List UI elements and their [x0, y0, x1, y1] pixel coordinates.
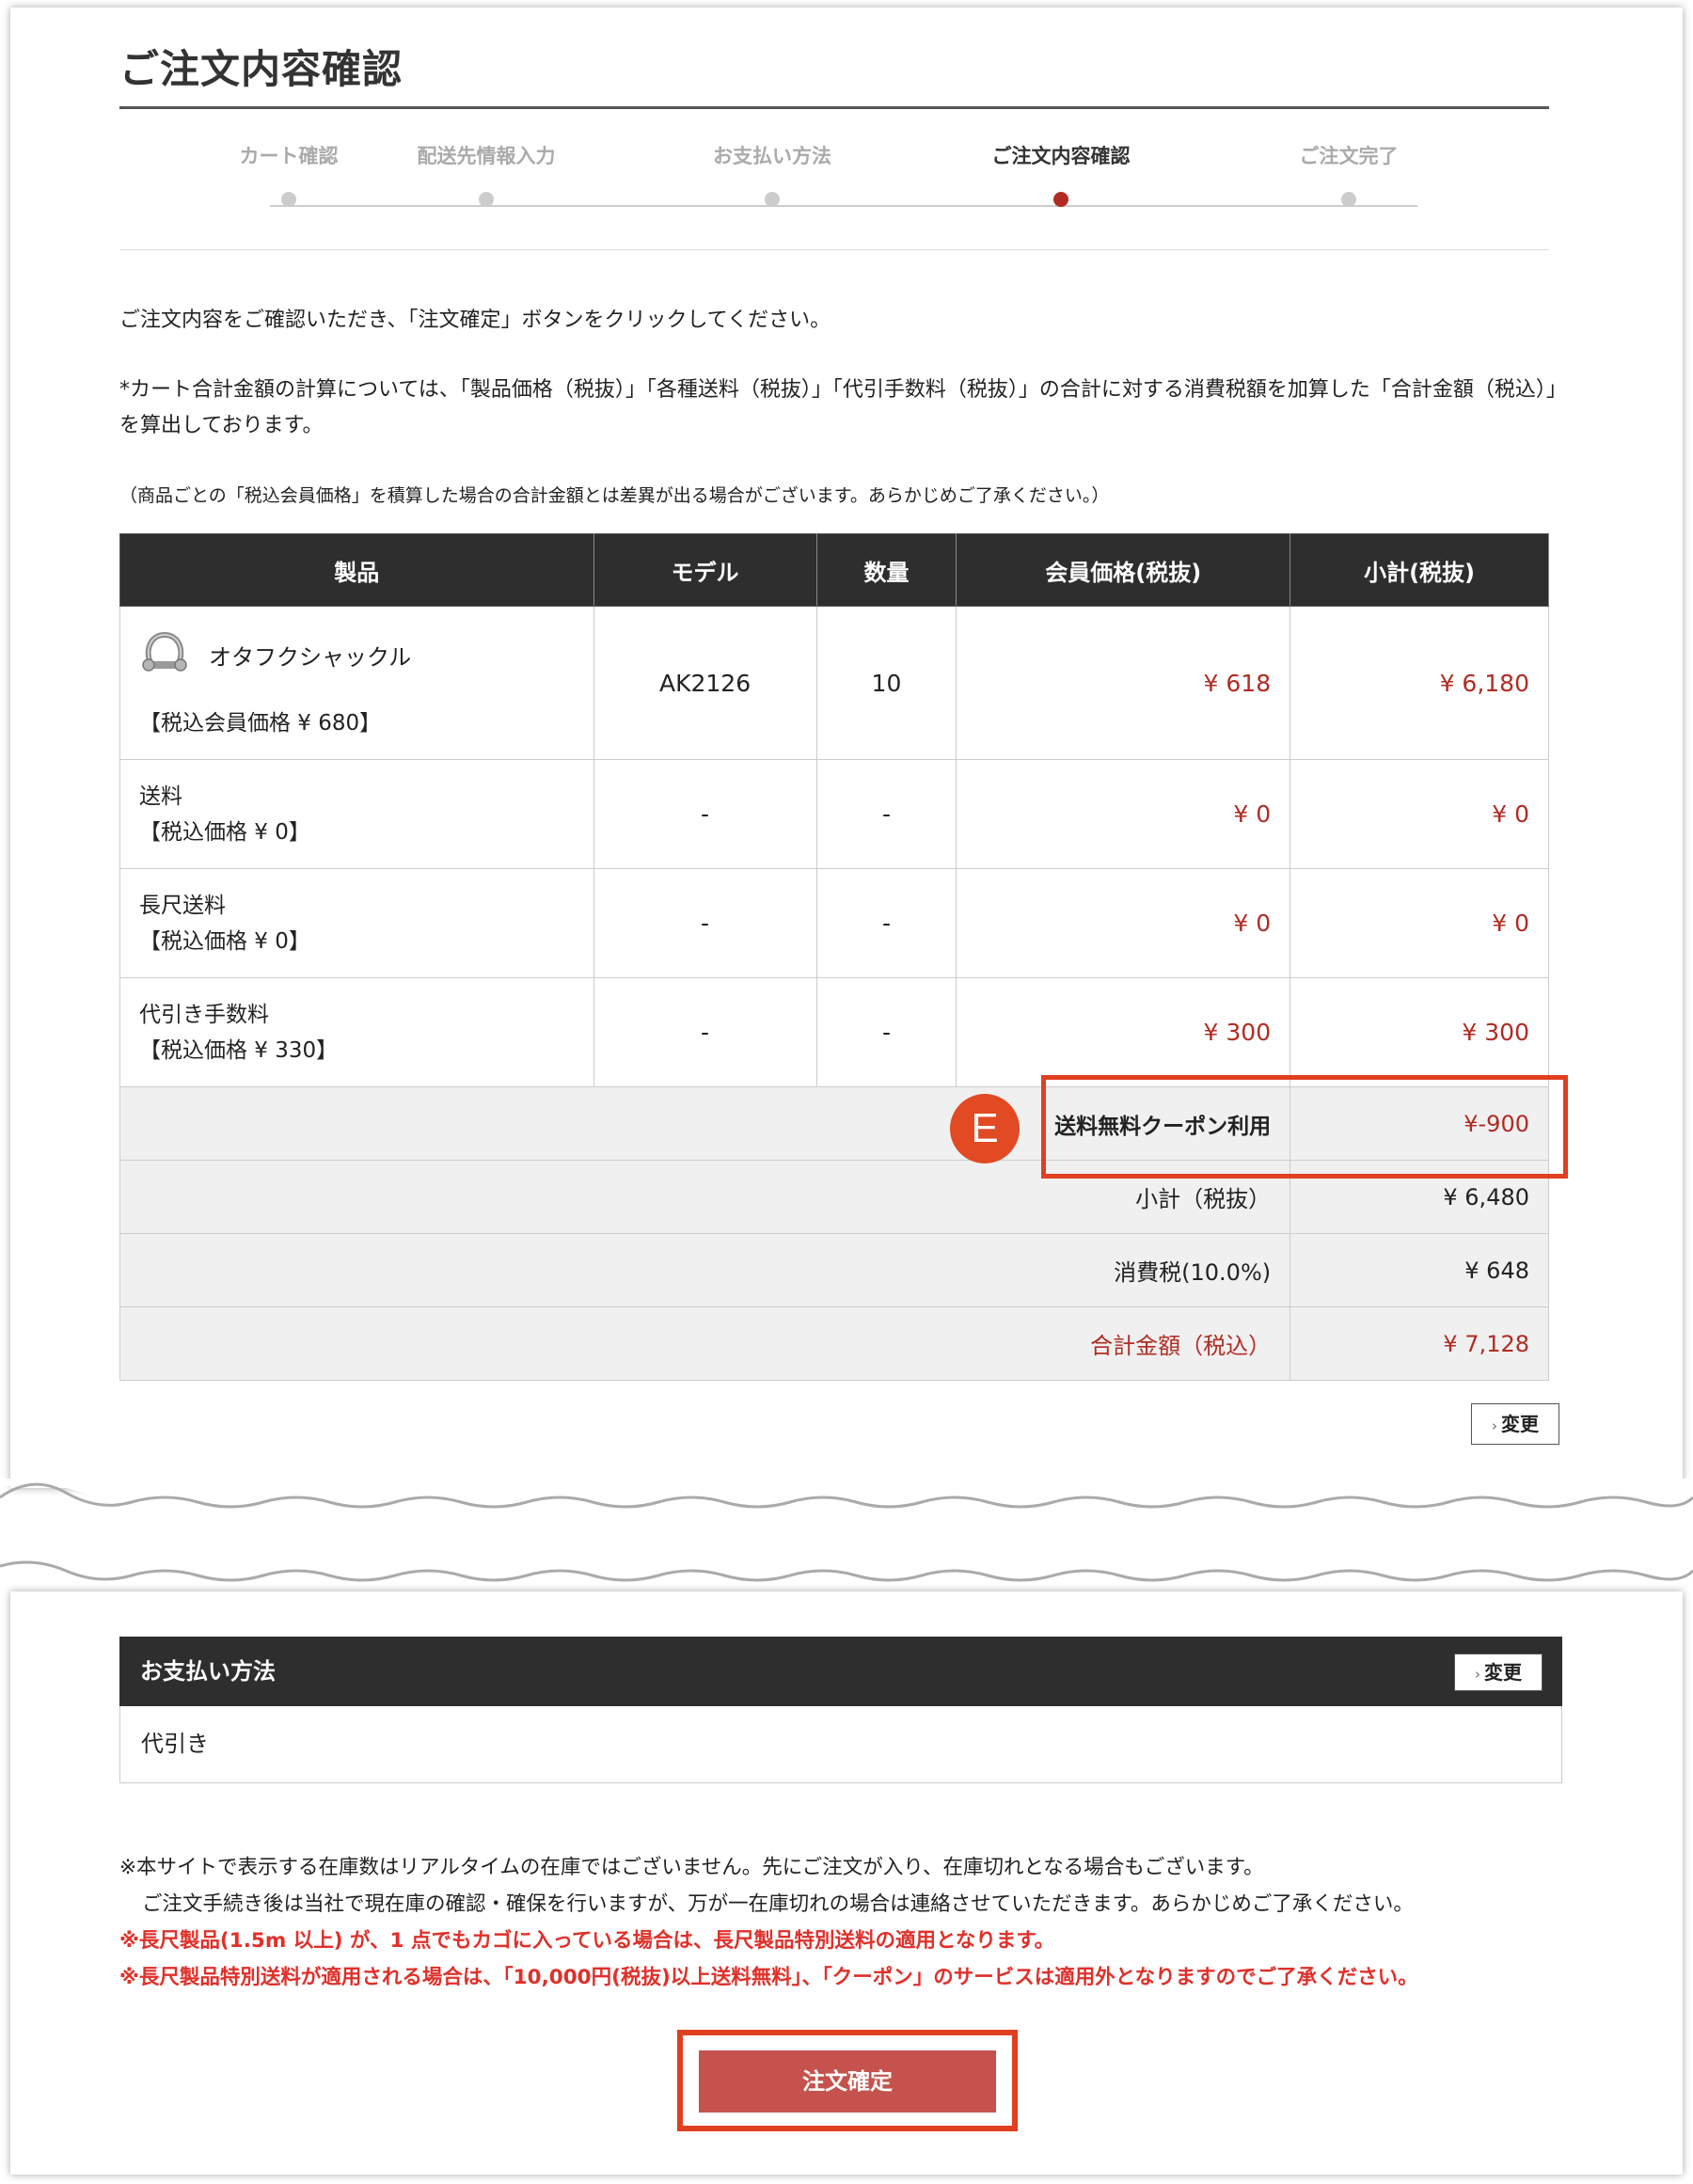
fee-qty: -: [815, 868, 957, 978]
fee-model: -: [593, 868, 817, 978]
fee-tax-incl: 【税込価格 ¥ 330】: [139, 1037, 339, 1063]
tax-row: 消費税(10.0%) ¥ 648: [119, 1233, 1549, 1307]
step-label: ご注文内容確認: [991, 145, 1131, 167]
table-row: オタフクシャックル 【税込会員価格 ¥ 680】 AK2126 10 ¥ 618…: [119, 606, 1549, 760]
fee-subtotal: ¥ 0: [1290, 759, 1549, 869]
step-label: お支払い方法: [713, 145, 831, 167]
checkout-steps: カート確認 配送先情報入力 お支払い方法 ご注文内容確認 ご注文完了: [119, 141, 1549, 226]
fee-name: 代引き手数料: [139, 1002, 269, 1027]
header-member-price: 会員価格(税抜): [956, 533, 1291, 607]
step-dot: [479, 192, 494, 207]
long-item-coupon-notice: ※長尺製品特別送料が適用される場合は、「10,000円(税抜)以上送料無料」、「…: [119, 1966, 1418, 1989]
shackle-icon: [142, 631, 187, 672]
change-order-button[interactable]: › 変更: [1471, 1403, 1559, 1445]
tax-value: ¥ 648: [1290, 1233, 1549, 1307]
stock-notice: ※本サイトで表示する在庫数はリアルタイムの在庫ではございません。先にご注文が入り…: [119, 1856, 1264, 1879]
coupon-highlight-box: [1041, 1075, 1568, 1179]
change-label: 変更: [1501, 1413, 1539, 1435]
step-label: 配送先情報入力: [417, 145, 556, 167]
long-item-notice: ※長尺製品(1.5m 以上) が、1 点でもカゴに入っている場合は、長尺製品特別…: [119, 1929, 1055, 1953]
title-divider: [119, 106, 1549, 109]
header-model: モデル: [593, 533, 817, 607]
step-dot: [765, 192, 780, 207]
total-value: ¥ 7,128: [1290, 1306, 1549, 1381]
stock-notice-cont: ご注文手続き後は当社で現在庫の確認・確保を行いますが、万が一在庫切れの場合は連絡…: [142, 1892, 1414, 1916]
total-label: 合計金額（税込）: [119, 1306, 1291, 1381]
intro-text: ご注文内容をご確認いただき、「注文確定」ボタンをクリックしてください。: [119, 309, 831, 332]
fee-name: 長尺送料: [139, 893, 226, 918]
table-row: 長尺送料 【税込価格 ¥ 0】 - - ¥ 0 ¥ 0: [119, 868, 1549, 978]
fee-model: -: [593, 977, 817, 1087]
fee-tax-incl: 【税込価格 ¥ 0】: [139, 819, 310, 845]
change-payment-button[interactable]: › 変更: [1454, 1654, 1543, 1691]
chevron-right-icon: ›: [1492, 1417, 1497, 1434]
fee-cell: 代引き手数料 【税込価格 ¥ 330】: [119, 977, 594, 1087]
steps-divider: [119, 249, 1549, 250]
product-price: ¥ 618: [956, 606, 1291, 760]
header-qty: 数量: [815, 533, 957, 607]
diff-note: （商品ごとの「税込会員価格」を積算した場合の合計金額とは差異が出る場合がございま…: [119, 485, 1110, 506]
step-label: ご注文完了: [1299, 145, 1399, 167]
fee-tax-incl: 【税込価格 ¥ 0】: [139, 928, 310, 954]
payment-method: 代引き: [119, 1706, 1562, 1783]
step-complete: ご注文完了: [1208, 141, 1490, 207]
tax-label: 消費税(10.0%): [119, 1233, 1291, 1307]
step-shipping: 配送先情報入力: [345, 141, 627, 207]
product-model: AK2126: [593, 606, 817, 760]
header-subtotal: 小計(税抜): [1290, 533, 1549, 607]
page-title: ご注文内容確認: [119, 46, 403, 92]
payment-section-header: お支払い方法: [119, 1637, 1562, 1706]
fee-price: ¥ 300: [956, 977, 1291, 1087]
fee-price: ¥ 0: [956, 868, 1291, 978]
table-row: 送料 【税込価格 ¥ 0】 - - ¥ 0 ¥ 0: [119, 759, 1549, 869]
fee-model: -: [593, 759, 817, 869]
calc-note: *カート合計金額の計算については、「製品価格（税抜）」「各種送料（税抜）」「代引…: [119, 378, 1557, 437]
product-cell: オタフクシャックル 【税込会員価格 ¥ 680】: [119, 606, 594, 760]
table-header-row: 製品 モデル 数量 会員価格(税抜) 小計(税抜): [119, 533, 1549, 607]
product-name[interactable]: オタフクシャックル: [209, 639, 411, 672]
fee-subtotal: ¥ 0: [1290, 868, 1549, 978]
step-dot: [281, 192, 296, 207]
step-dot: [1341, 192, 1356, 207]
chevron-right-icon: ›: [1475, 1666, 1480, 1683]
fee-price: ¥ 0: [956, 759, 1291, 869]
fee-qty: -: [815, 759, 957, 869]
payment-section-title: お支払い方法: [140, 1658, 276, 1685]
step-dot-active: [1053, 192, 1068, 207]
confirm-order-button[interactable]: 注文確定: [699, 2050, 996, 2113]
product-subtotal: ¥ 6,180: [1290, 606, 1549, 760]
product-name-line: オタフクシャックル: [139, 629, 575, 680]
page-break-wave-top: [0, 1479, 1693, 1509]
product-tax-incl-price: 【税込会員価格 ¥ 680】: [139, 711, 382, 736]
product-qty: 10: [815, 606, 957, 760]
fee-cell: 長尺送料 【税込価格 ¥ 0】: [119, 868, 594, 978]
annotation-badge: E: [950, 1094, 1020, 1163]
notices: ※本サイトで表示する在庫数はリアルタイムの在庫ではございません。先にご注文が入り…: [119, 1849, 1587, 1996]
fee-qty: -: [815, 977, 957, 1087]
step-confirm: ご注文内容確認: [920, 141, 1202, 207]
step-payment: お支払い方法: [631, 141, 913, 207]
order-table: 製品 モデル 数量 会員価格(税抜) 小計(税抜) オタフクシャックル 【税込会…: [119, 533, 1549, 1381]
header-product: 製品: [119, 533, 594, 607]
table-row: 代引き手数料 【税込価格 ¥ 330】 - - ¥ 300 ¥ 300: [119, 977, 1549, 1087]
fee-cell: 送料 【税込価格 ¥ 0】: [119, 759, 594, 869]
fee-name: 送料: [139, 783, 182, 809]
fee-subtotal: ¥ 300: [1290, 977, 1549, 1087]
change-label: 変更: [1484, 1661, 1522, 1684]
total-row: 合計金額（税込） ¥ 7,128: [119, 1306, 1549, 1381]
